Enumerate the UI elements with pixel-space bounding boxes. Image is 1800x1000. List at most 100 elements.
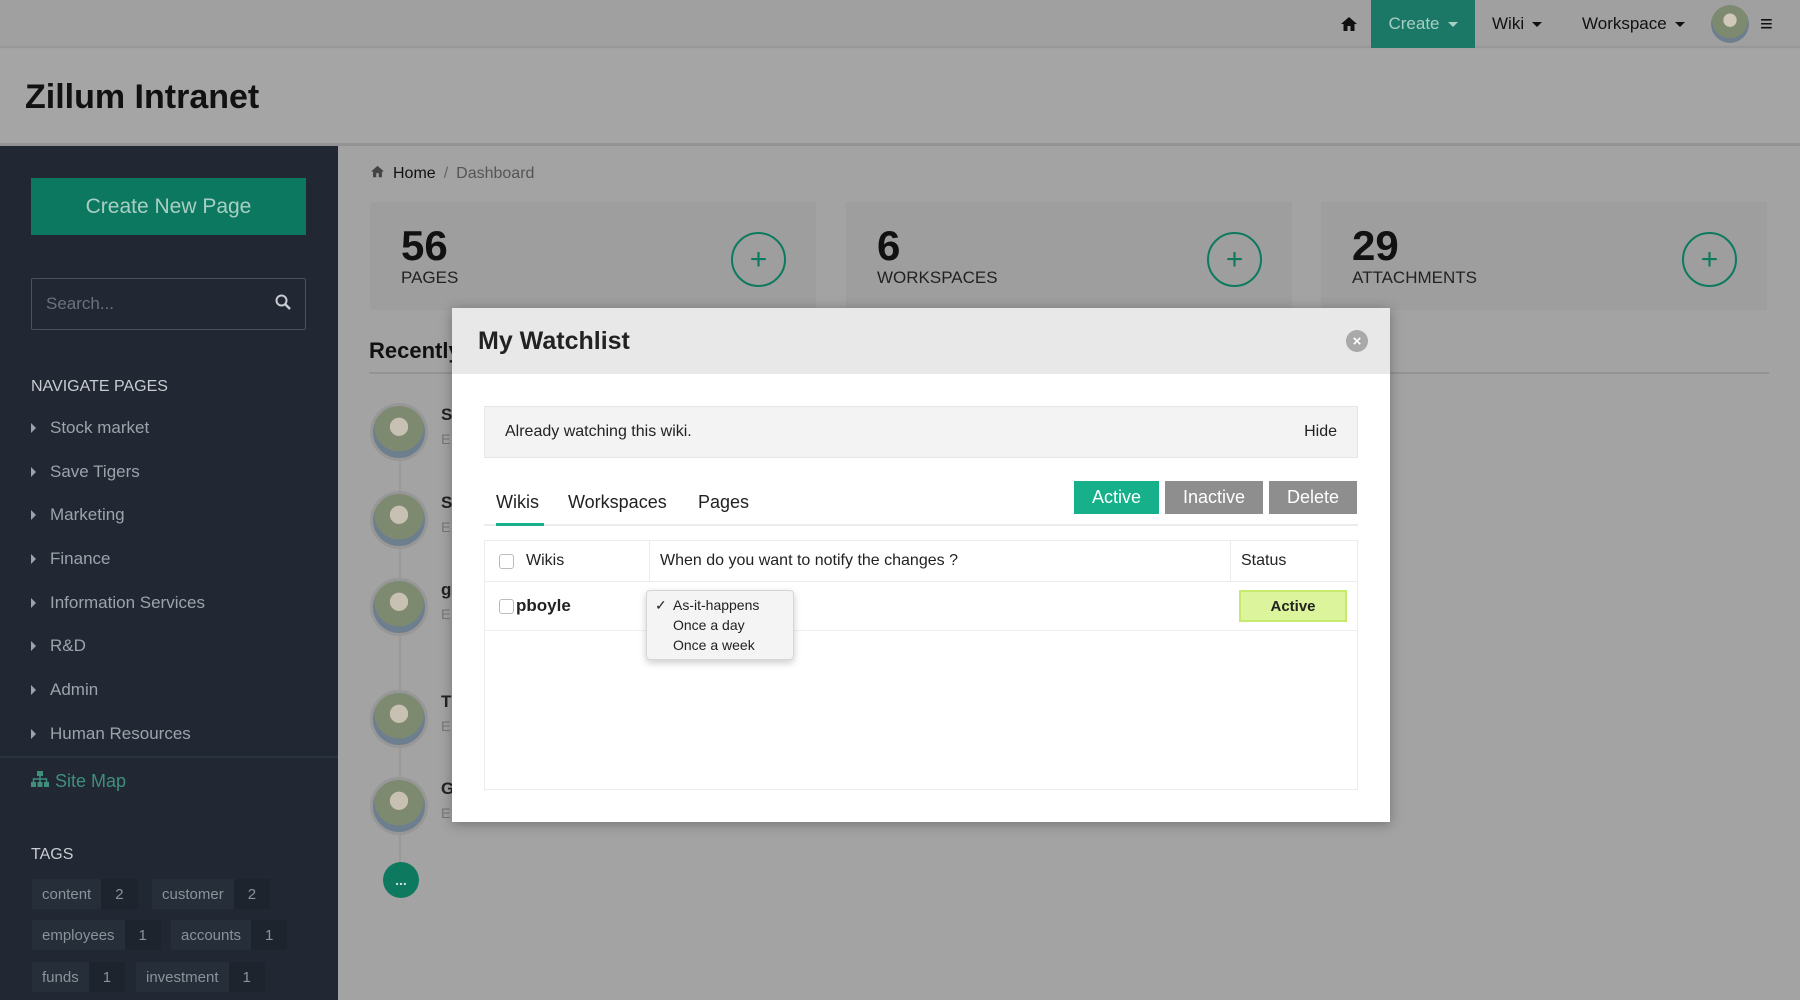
hamburger-menu-icon[interactable]: ≡ — [1760, 0, 1773, 48]
row-checkbox[interactable] — [499, 598, 514, 614]
create-menu[interactable]: Create — [1371, 0, 1475, 48]
tag-count: 1 — [124, 920, 161, 950]
info-alert: Already watching this wiki. Hide — [484, 406, 1358, 458]
tab-wikis[interactable]: Wikis — [496, 492, 539, 513]
breadcrumb-home[interactable]: Home — [393, 165, 436, 183]
tab-divider — [484, 524, 1358, 526]
notify-frequency-dropdown[interactable]: ✓ As-it-happens Once a day Once a week — [646, 590, 794, 660]
wiki-name: pboyle — [516, 596, 571, 615]
avatar — [370, 578, 428, 636]
add-workspace-plus-icon[interactable]: + — [1207, 232, 1262, 287]
recent-item-subtitle: E — [441, 431, 451, 447]
stat-card-pages: 56 PAGES + — [370, 202, 816, 310]
tag-name: funds — [32, 962, 89, 992]
stat-label: ATTACHMENTS — [1352, 268, 1477, 287]
add-attachment-plus-icon[interactable]: + — [1682, 232, 1737, 287]
alert-text: Already watching this wiki. — [505, 423, 692, 440]
tab-workspaces[interactable]: Workspaces — [568, 492, 667, 513]
caret-right-icon — [31, 423, 36, 433]
site-map-label: Site Map — [55, 771, 127, 791]
navigate-pages-heading: NAVIGATE PAGES — [31, 378, 168, 395]
sidebar-item-admin[interactable]: Admin — [31, 680, 98, 700]
wiki-menu[interactable]: Wiki — [1492, 0, 1543, 48]
tag-customer[interactable]: customer 2 — [152, 879, 271, 909]
tag-accounts[interactable]: accounts 1 — [171, 920, 288, 950]
create-new-page-button[interactable]: Create New Page — [31, 178, 306, 235]
caret-right-icon — [31, 554, 36, 564]
chevron-down-icon — [1532, 21, 1543, 27]
sidebar-item-label: Save Tigers — [50, 462, 140, 481]
watchlist-modal: My Watchlist × Already watching this wik… — [452, 308, 1390, 822]
recent-item-title[interactable]: S — [441, 405, 452, 425]
option-label: Once a day — [673, 617, 745, 633]
avatar — [370, 690, 428, 748]
chevron-down-icon — [1447, 21, 1458, 27]
option-label: Once a week — [673, 637, 755, 653]
sidebar-item-stock-market[interactable]: Stock market — [31, 418, 149, 438]
more-button[interactable]: ... — [383, 862, 419, 898]
tag-employees[interactable]: employees 1 — [32, 920, 161, 950]
avatar — [370, 491, 428, 549]
recent-item-title[interactable]: S — [441, 493, 452, 513]
column-header-notify: When do you want to notify the changes ? — [660, 552, 958, 569]
caret-right-icon — [31, 467, 36, 477]
caret-right-icon — [31, 729, 36, 739]
stat-card-workspaces: 6 WORKSPACES + — [846, 202, 1292, 310]
stat-label: WORKSPACES — [877, 268, 998, 287]
site-map-link[interactable]: Site Map — [31, 771, 126, 792]
caret-right-icon — [31, 685, 36, 695]
home-icon[interactable] — [1334, 0, 1364, 48]
option-as-it-happens[interactable]: ✓ As-it-happens — [647, 595, 793, 615]
table-row: pboyle — [499, 586, 571, 626]
app-title: Zillum Intranet — [25, 78, 260, 116]
recent-item-title[interactable]: T — [441, 692, 451, 712]
status-badge[interactable]: Active — [1239, 590, 1347, 622]
search-input[interactable]: Search... — [31, 278, 306, 330]
close-icon[interactable]: × — [1346, 330, 1368, 352]
sidebar-item-label: Marketing — [50, 505, 125, 524]
home-icon — [370, 165, 385, 183]
sidebar-item-label: Admin — [50, 680, 99, 699]
wiki-label: Wiki — [1492, 14, 1525, 33]
workspace-menu[interactable]: Workspace — [1582, 0, 1685, 48]
delete-button[interactable]: Delete — [1269, 481, 1357, 514]
caret-right-icon — [31, 641, 36, 651]
recently-heading: Recently — [369, 338, 461, 363]
option-once-a-week[interactable]: Once a week — [647, 635, 793, 655]
user-avatar[interactable] — [1711, 5, 1749, 43]
tag-content[interactable]: content 2 — [32, 879, 138, 909]
sidebar-item-label: Information Services — [50, 593, 205, 612]
sidebar-item-finance[interactable]: Finance — [31, 549, 110, 569]
tag-count: 1 — [228, 962, 265, 992]
tag-name: content — [32, 879, 102, 909]
sidebar-item-label: R&D — [50, 636, 86, 655]
sidebar-item-human-resources[interactable]: Human Resources — [31, 724, 191, 744]
hide-button[interactable]: Hide — [1304, 423, 1337, 441]
tag-name: customer — [152, 879, 234, 909]
sidebar-item-marketing[interactable]: Marketing — [31, 505, 125, 525]
add-page-plus-icon[interactable]: + — [731, 232, 786, 287]
caret-right-icon — [31, 510, 36, 520]
sidebar-item-information-services[interactable]: Information Services — [31, 593, 205, 613]
breadcrumb-current: Dashboard — [456, 165, 535, 182]
tag-count: 1 — [88, 962, 126, 992]
search-icon[interactable] — [275, 294, 291, 315]
active-button[interactable]: Active — [1074, 481, 1159, 514]
chevron-down-icon — [1674, 21, 1685, 27]
tag-investment[interactable]: investment 1 — [136, 962, 265, 992]
sidebar-item-label: Stock market — [50, 418, 150, 437]
breadcrumb-separator: / — [443, 165, 449, 182]
recent-item-title[interactable]: g — [441, 580, 451, 600]
page-header — [0, 50, 1800, 146]
tab-pages[interactable]: Pages — [698, 492, 749, 513]
select-all-checkbox[interactable] — [499, 553, 514, 569]
option-label: As-it-happens — [673, 597, 760, 613]
recent-item-subtitle: E — [441, 805, 451, 821]
sidebar-item-rnd[interactable]: R&D — [31, 636, 86, 656]
inactive-button[interactable]: Inactive — [1165, 481, 1263, 514]
avatar — [370, 777, 428, 835]
option-once-a-day[interactable]: Once a day — [647, 615, 793, 635]
tag-funds[interactable]: funds 1 — [32, 962, 126, 992]
column-divider — [649, 541, 650, 581]
sidebar-item-save-tigers[interactable]: Save Tigers — [31, 462, 140, 482]
